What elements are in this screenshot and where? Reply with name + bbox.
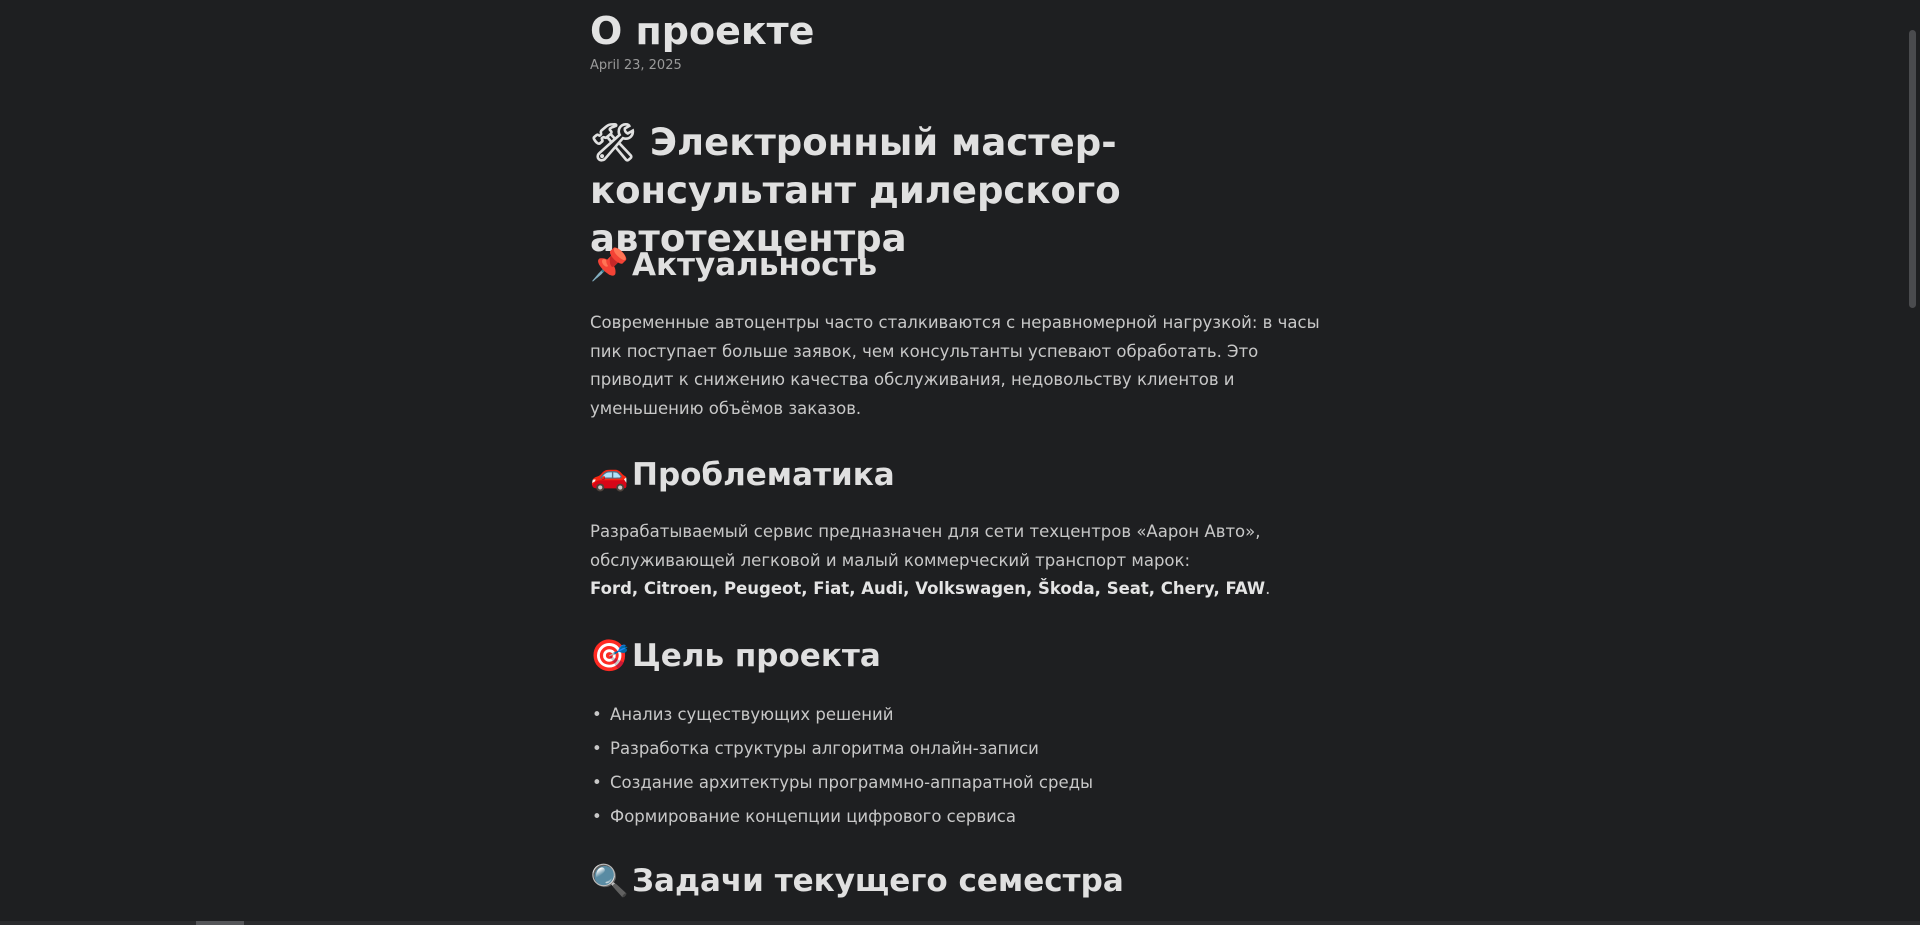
- horizontal-scrollbar-thumb[interactable]: [196, 921, 244, 925]
- magnifier-icon: 🔍: [590, 863, 629, 899]
- relevance-paragraph: Современные автоцентры часто сталкиваютс…: [590, 313, 1320, 418]
- article-main-heading: 🛠 Электронный мастер-консультант дилерск…: [590, 119, 1320, 263]
- pushpin-icon: 📌: [590, 247, 629, 283]
- goal-list: • Анализ существующих решений • Разработка…: [590, 698, 1093, 834]
- brand-list-end: .: [1265, 579, 1271, 598]
- problem-text: Разрабатываемый сервис предназначен для …: [590, 522, 1261, 570]
- list-item-text: Создание архитектуры программно-аппаратн…: [610, 773, 1094, 792]
- scrollbar-thumb[interactable]: [1909, 30, 1916, 308]
- section-title-problem: Проблематика: [632, 457, 895, 493]
- list-item-text: Разработка структуры алгоритма онлайн-за…: [610, 739, 1039, 758]
- bullet-icon: •: [592, 773, 602, 792]
- horizontal-scrollbar[interactable]: [0, 921, 1920, 925]
- section-title-relevance: Актуальность: [632, 247, 878, 283]
- page-title: О проекте: [590, 9, 815, 53]
- bullet-icon: •: [592, 705, 602, 724]
- main-heading-text: Электронный мастер-консультант дилерског…: [590, 121, 1121, 260]
- list-item-text: Формирование концепции цифрового сервиса: [610, 807, 1016, 826]
- bullet-icon: •: [592, 739, 602, 758]
- list-item: • Анализ существующих решений: [590, 698, 1093, 732]
- vertical-scrollbar[interactable]: [1906, 0, 1920, 925]
- list-item: • Разработка структуры алгоритма онлайн-з…: [590, 732, 1093, 766]
- list-item: • Формирование концепции цифрового сервис…: [590, 800, 1093, 834]
- car-icon: 🚗: [590, 457, 629, 493]
- section-title-goal: Цель проекта: [632, 638, 881, 674]
- tools-icon: 🛠: [590, 121, 637, 164]
- target-icon: 🎯: [590, 638, 629, 674]
- section-title-tasks: Задачи текущего семестра: [632, 863, 1124, 899]
- section-heading-tasks: 🔍 Задачи текущего семестра: [590, 861, 1124, 901]
- bullet-icon: •: [592, 807, 602, 826]
- list-item-text: Анализ существующих решений: [610, 705, 894, 724]
- section-heading-problem: 🚗 Проблематика: [590, 455, 895, 495]
- problem-paragraph: Разрабатываемый сервис предназначен для …: [590, 518, 1320, 604]
- list-item: • Создание архитектуры программно-аппарат…: [590, 766, 1093, 800]
- section-heading-goal: 🎯 Цель проекта: [590, 636, 881, 676]
- brand-list: Ford, Citroen, Peugeot, Fiat, Audi, Volk…: [590, 579, 1266, 598]
- page-date: April 23, 2025: [590, 58, 682, 73]
- section-heading-relevance: 📌 Актуальность: [590, 245, 877, 285]
